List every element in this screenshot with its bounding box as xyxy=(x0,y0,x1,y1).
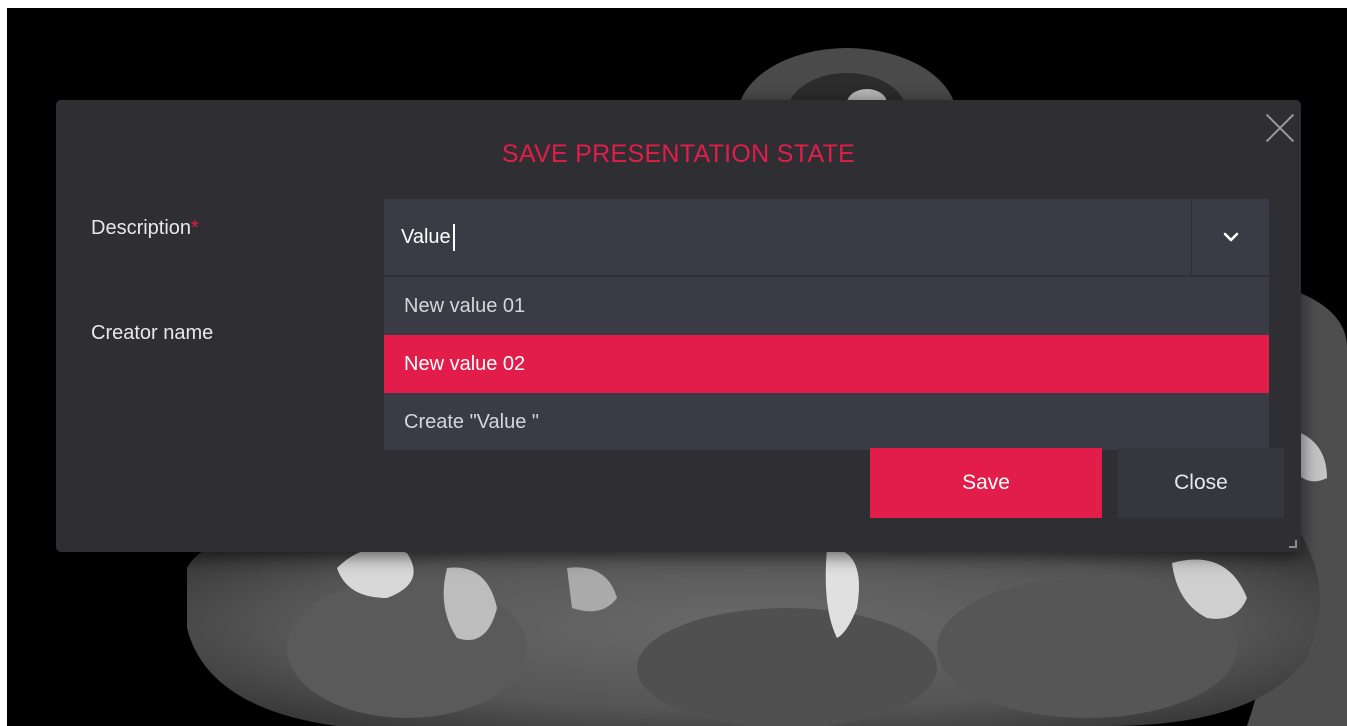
text-caret xyxy=(452,224,455,251)
description-input[interactable]: Value xyxy=(401,224,455,251)
description-combobox[interactable]: Value xyxy=(384,199,1269,275)
option-new-value-01[interactable]: New value 01 xyxy=(384,277,1269,335)
description-label-text: Description xyxy=(91,217,192,239)
description-label: Description* xyxy=(91,217,199,240)
close-icon[interactable] xyxy=(1263,110,1297,144)
option-new-value-02[interactable]: New value 02 xyxy=(384,335,1269,393)
description-options-list: New value 01 New value 02 Create "Value … xyxy=(384,276,1269,450)
description-input-value: Value xyxy=(401,226,451,248)
resize-grip-icon[interactable] xyxy=(1289,540,1297,548)
close-button[interactable]: Close xyxy=(1118,448,1284,518)
required-marker: * xyxy=(191,217,199,239)
dropdown-toggle-button[interactable] xyxy=(1192,199,1269,275)
save-presentation-state-dialog: SAVE PRESENTATION STATE Description* Cre… xyxy=(56,100,1301,552)
chevron-down-icon xyxy=(1223,232,1238,242)
save-button[interactable]: Save xyxy=(870,448,1102,518)
creator-name-label: Creator name xyxy=(91,322,214,344)
option-create-value[interactable]: Create "Value " xyxy=(384,393,1269,451)
dialog-title: SAVE PRESENTATION STATE xyxy=(501,140,856,168)
